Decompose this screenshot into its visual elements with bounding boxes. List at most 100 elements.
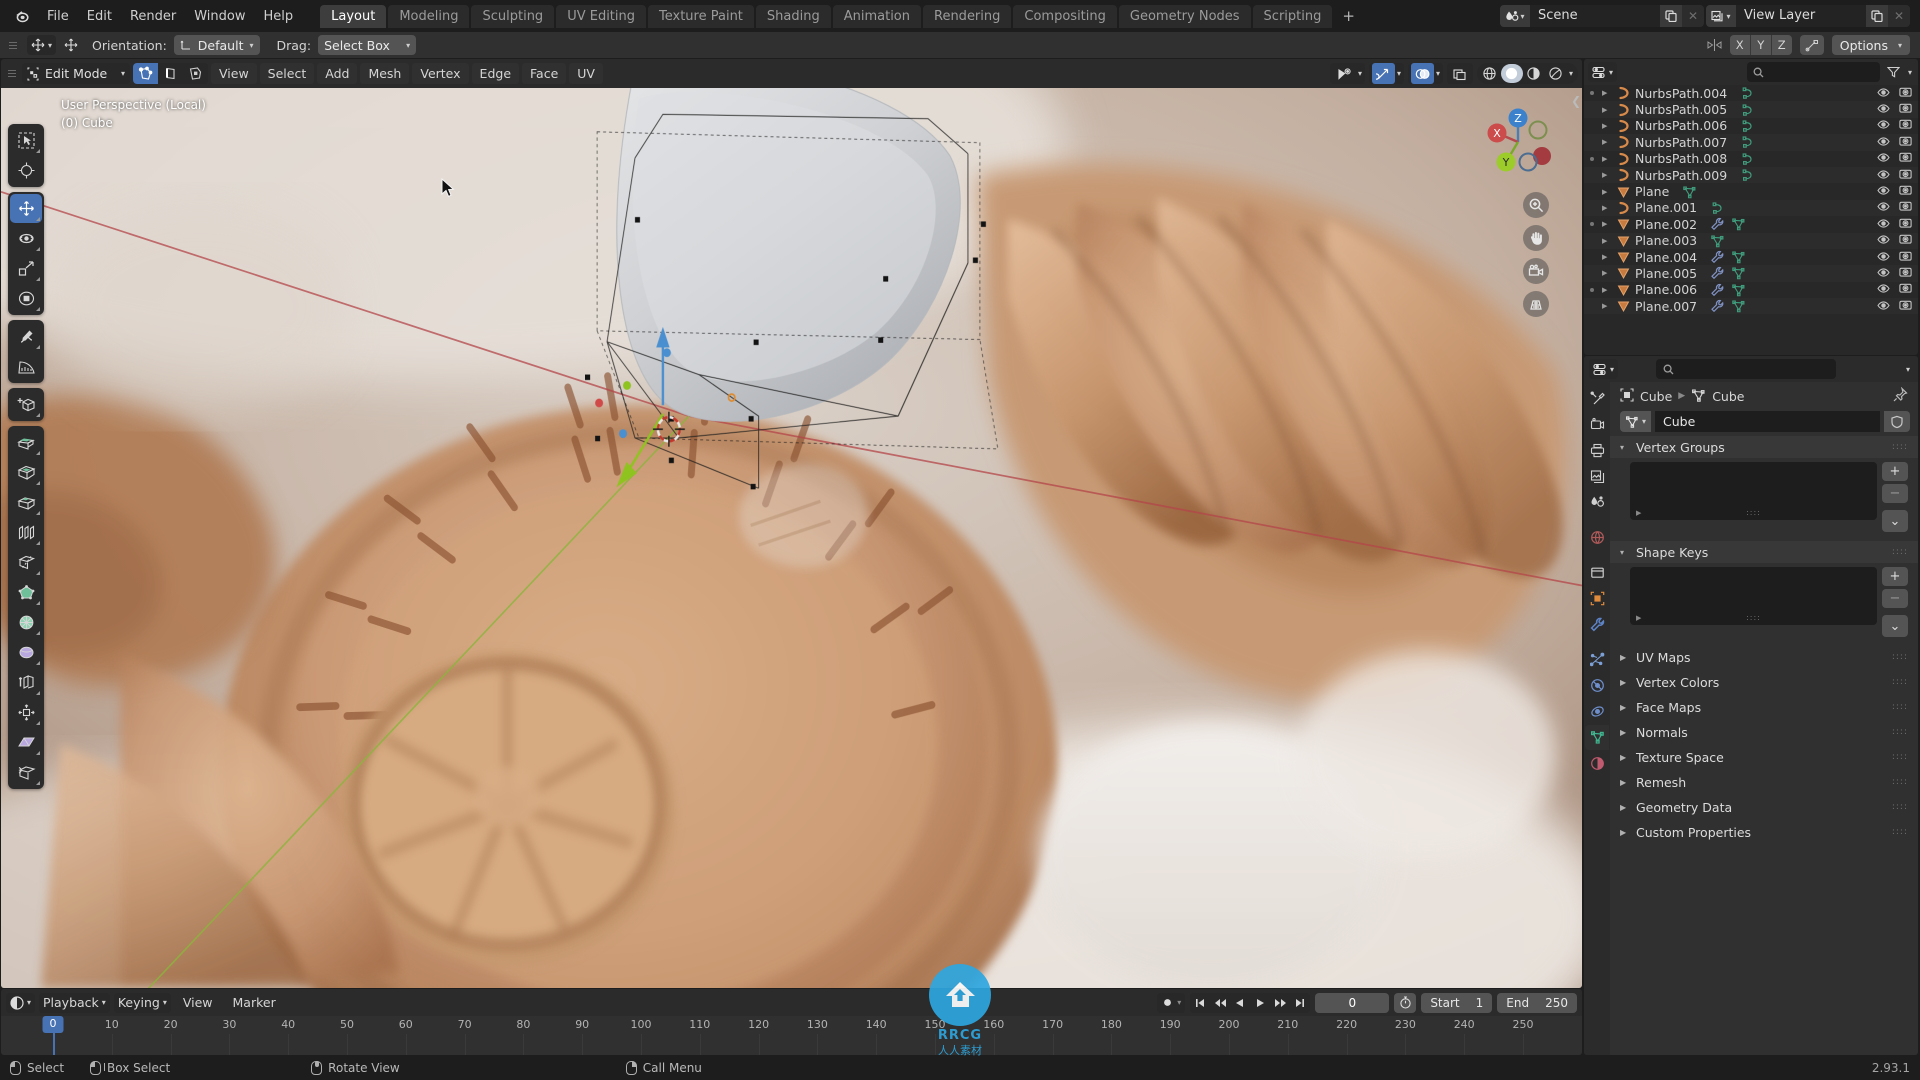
outliner-row-restrict-toggles[interactable] <box>1877 299 1912 314</box>
interaction-mode-dropdown[interactable]: Edit Mode ▾ <box>22 63 130 84</box>
outliner-row[interactable]: ▶ NurbsPath.009 <box>1584 166 1918 184</box>
uilist-box[interactable]: ▶:::: <box>1630 567 1877 625</box>
funnel-icon[interactable] <box>1884 66 1904 78</box>
visibility-icon[interactable] <box>1333 63 1356 84</box>
mesh-data-icon[interactable] <box>1730 283 1747 297</box>
eye-icon[interactable] <box>1877 118 1890 133</box>
render-tab-icon[interactable] <box>1585 412 1609 437</box>
outliner-expand-arrow-icon[interactable]: ▶ <box>1602 269 1615 277</box>
camera-render-icon[interactable] <box>1899 151 1912 166</box>
viewport-menu-select[interactable]: Select <box>259 63 315 84</box>
outliner-row[interactable]: ▶ NurbsPath.006 <box>1584 118 1918 134</box>
output-tab-icon[interactable] <box>1585 438 1609 463</box>
panel-header[interactable]: ▶ Custom Properties:::: <box>1610 821 1918 843</box>
viewport-menu-face[interactable]: Face <box>522 63 567 84</box>
timeline-editor[interactable]: ▾ Playback ▾ Keying ▾ View Marker ▾ 0 St… <box>1 989 1582 1055</box>
eye-icon[interactable] <box>1877 168 1890 183</box>
view-layer-icon[interactable]: ▾ <box>1706 5 1736 27</box>
outliner-item-name[interactable]: Plane.005 <box>1632 266 1697 281</box>
shear-tool-icon[interactable] <box>10 728 42 757</box>
workspace-tab-sculpting[interactable]: Sculpting <box>471 4 555 28</box>
camera-render-icon[interactable] <box>1899 282 1912 297</box>
end-frame-value[interactable]: 250 <box>1545 996 1568 1010</box>
panel-toggle-arrow-icon[interactable]: ▶ <box>1620 803 1629 812</box>
inset-faces-tool-icon[interactable] <box>10 458 42 487</box>
view-layer-selector[interactable]: ▾ View Layer ✕ <box>1706 5 1910 27</box>
timeline-menu-marker[interactable]: Marker <box>225 994 284 1011</box>
outliner-expand-arrow-icon[interactable]: ▶ <box>1602 204 1615 212</box>
tool-tab-icon[interactable] <box>1585 386 1609 411</box>
panel-header[interactable]: ▾ Shape Keys:::: <box>1610 541 1918 563</box>
end-frame-field[interactable]: End 250 <box>1497 992 1577 1013</box>
list-specials-menu-button[interactable]: ⌄ <box>1882 510 1908 532</box>
material-preview-shading-icon[interactable] <box>1523 64 1545 83</box>
active-tool-icon-button[interactable]: ▾ <box>27 35 57 55</box>
mirror-icon[interactable] <box>1704 35 1726 55</box>
outliner-row[interactable]: ▶ NurbsPath.004 <box>1584 85 1918 101</box>
mesh-name-field[interactable]: Cube <box>1655 411 1880 432</box>
curve-data-icon[interactable] <box>1739 168 1756 182</box>
outliner-editor-type-button[interactable]: ▾ <box>1588 62 1618 82</box>
viewport-nav-buttons[interactable] <box>1523 192 1549 317</box>
eye-icon[interactable] <box>1877 266 1890 281</box>
outliner-item-name[interactable]: NurbsPath.004 <box>1632 86 1727 101</box>
eye-icon[interactable] <box>1877 282 1890 297</box>
edge-slide-tool-icon[interactable] <box>10 668 42 697</box>
smooth-tool-icon[interactable] <box>10 638 42 667</box>
outliner-restrict-dot[interactable] <box>1590 156 1594 161</box>
outliner-row[interactable]: ▶ Plane.004 <box>1584 249 1918 265</box>
start-frame-value[interactable]: 1 <box>1476 996 1484 1010</box>
new-scene-button[interactable] <box>1660 5 1682 27</box>
sidebar-collapse-arrow-icon[interactable]: ❮ <box>1571 94 1581 108</box>
shading-mode-group[interactable]: ▾ <box>1476 63 1578 84</box>
outliner-row-restrict-toggles[interactable] <box>1877 200 1912 215</box>
outliner-row[interactable]: ▶ Plane.002 <box>1584 216 1918 232</box>
properties-content[interactable]: Cube ▶ Cube ▾ Cube ▾ Vertex Groups:::: … <box>1610 382 1918 1055</box>
frame-range-fields[interactable]: Start 1 <box>1421 992 1493 1013</box>
wireframe-shading-icon[interactable] <box>1479 64 1501 83</box>
uilist-side-buttons[interactable]: + − ⌄ <box>1882 462 1908 532</box>
move-tool-icon[interactable] <box>10 194 42 223</box>
outliner-row-restrict-toggles[interactable] <box>1877 151 1912 166</box>
particles-tab-icon[interactable] <box>1585 647 1609 672</box>
outliner-row-restrict-toggles[interactable] <box>1877 135 1912 150</box>
panel-toggle-arrow-icon[interactable]: ▶ <box>1620 703 1629 712</box>
stopwatch-icon[interactable] <box>1394 992 1417 1013</box>
outliner-item-name[interactable]: Plane.006 <box>1632 282 1697 297</box>
modifier-icon[interactable] <box>1709 250 1726 264</box>
panel-grip-icon[interactable]: :::: <box>1892 677 1908 687</box>
face-select-icon[interactable] <box>183 63 208 84</box>
annotate-tool-icon[interactable] <box>10 322 42 351</box>
outliner-tree[interactable]: ▶ NurbsPath.004 ▶ NurbsPath.005 ▶ NurbsPath.0… <box>1584 85 1918 355</box>
current-frame-field[interactable]: 0 <box>1315 992 1390 1013</box>
uilist-resize-grip[interactable]: :::: <box>1746 508 1761 517</box>
panel-grip-icon[interactable]: :::: <box>1892 652 1908 662</box>
add-item-button[interactable]: + <box>1882 567 1908 586</box>
collection-tab-icon[interactable] <box>1585 560 1609 585</box>
panel-toggle-arrow-icon[interactable]: ▶ <box>1620 678 1629 687</box>
unlink-scene-button[interactable]: ✕ <box>1682 5 1704 27</box>
viewport-menu-edge[interactable]: Edge <box>471 63 520 84</box>
camera-render-icon[interactable] <box>1899 200 1912 215</box>
add-workspace-button[interactable]: + <box>1334 6 1363 27</box>
eye-icon[interactable] <box>1877 233 1890 248</box>
eye-icon[interactable] <box>1877 250 1890 265</box>
outliner-expand-arrow-icon[interactable]: ▶ <box>1602 89 1615 97</box>
panel-grip-icon[interactable]: :::: <box>1892 752 1908 762</box>
remove-item-button[interactable]: − <box>1882 589 1908 608</box>
modifier-icon[interactable] <box>1709 266 1726 280</box>
object-visibility-dropdown[interactable]: ▾ <box>1329 63 1365 84</box>
properties-editor-type-button[interactable]: ▾ <box>1589 359 1619 379</box>
blender-logo-icon[interactable] <box>10 5 32 27</box>
outliner-item-name[interactable]: NurbsPath.007 <box>1632 135 1727 150</box>
outliner-row-restrict-toggles[interactable] <box>1877 250 1912 265</box>
viewport-toolshelf[interactable] <box>8 124 44 794</box>
outliner-expand-arrow-icon[interactable]: ▶ <box>1602 237 1615 245</box>
outliner-row[interactable]: ▶ Plane.001 <box>1584 199 1918 217</box>
panel-grip-icon[interactable]: :::: <box>1892 827 1908 837</box>
timeline-menu-keying[interactable]: Keying ▾ <box>113 992 171 1013</box>
viewport-3d[interactable]: User Perspective (Local) (0) Cube Z X Y … <box>1 59 1582 988</box>
menu-window[interactable]: Window <box>185 6 254 27</box>
new-view-layer-button[interactable] <box>1866 5 1888 27</box>
menu-edit[interactable]: Edit <box>78 6 121 27</box>
